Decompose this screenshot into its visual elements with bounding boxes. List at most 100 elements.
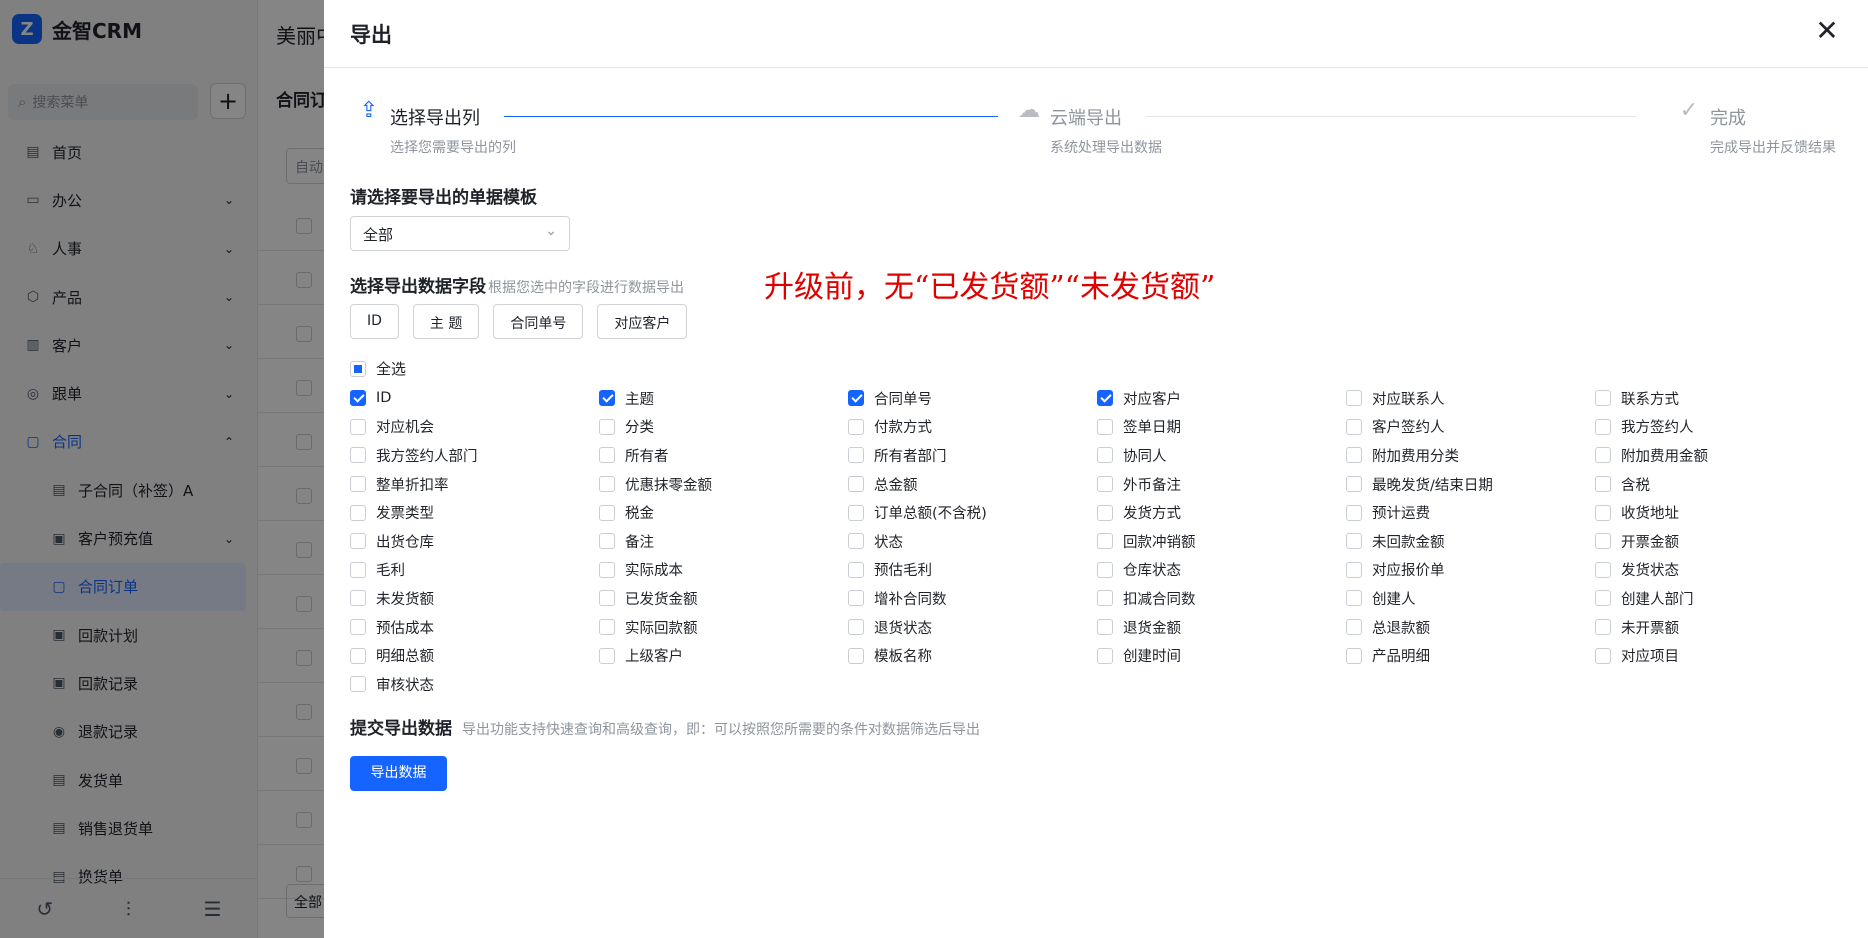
checkbox-unchecked[interactable] (1346, 418, 1362, 435)
checkbox-unchecked[interactable] (350, 590, 366, 607)
field-checkbox[interactable]: 毛利 (350, 556, 599, 585)
checkbox-unchecked[interactable] (1595, 533, 1611, 550)
field-checkbox[interactable]: 产品明细 (1346, 641, 1595, 670)
field-checkbox[interactable]: 回款冲销额 (1097, 527, 1346, 556)
field-checkbox[interactable]: 税金 (599, 498, 848, 527)
checkbox-unchecked[interactable] (1346, 590, 1362, 607)
field-checkbox[interactable]: 联系方式 (1595, 384, 1844, 413)
checkbox-unchecked[interactable] (1097, 619, 1113, 636)
field-checkbox[interactable]: 付款方式 (848, 413, 1097, 442)
selected-field-chip[interactable]: ID (350, 304, 399, 339)
checkbox-unchecked[interactable] (1346, 533, 1362, 550)
select-all-checkbox[interactable]: 全选 (350, 358, 406, 379)
checkbox-unchecked[interactable] (599, 476, 615, 493)
checkbox-unchecked[interactable] (1346, 447, 1362, 464)
export-data-button[interactable]: 导出数据 (350, 756, 447, 791)
selected-field-chip[interactable]: 合同单号 (493, 304, 584, 339)
field-checkbox[interactable]: 总退款额 (1346, 613, 1595, 642)
field-checkbox[interactable]: 对应项目 (1595, 641, 1844, 670)
checkbox-unchecked[interactable] (599, 418, 615, 435)
field-checkbox[interactable]: 开票金额 (1595, 527, 1844, 556)
field-checkbox[interactable]: 审核状态 (350, 670, 599, 699)
field-checkbox[interactable]: 发货状态 (1595, 556, 1844, 585)
field-checkbox[interactable]: 对应客户 (1097, 384, 1346, 413)
checkbox-unchecked[interactable] (848, 561, 864, 578)
checkbox-unchecked[interactable] (1595, 561, 1611, 578)
field-checkbox[interactable]: 附加费用金额 (1595, 441, 1844, 470)
checkbox-unchecked[interactable] (350, 476, 366, 493)
template-select[interactable]: 全部 ⌄ (350, 216, 570, 251)
field-checkbox[interactable]: 预估毛利 (848, 556, 1097, 585)
checkbox-unchecked[interactable] (1346, 561, 1362, 578)
field-checkbox[interactable]: 出货仓库 (350, 527, 599, 556)
field-checkbox[interactable]: 协同人 (1097, 441, 1346, 470)
field-checkbox[interactable]: 发票类型 (350, 498, 599, 527)
checkbox-unchecked[interactable] (599, 619, 615, 636)
checkbox-unchecked[interactable] (848, 476, 864, 493)
checkbox-unchecked[interactable] (1595, 619, 1611, 636)
field-checkbox[interactable]: 预计运费 (1346, 498, 1595, 527)
close-icon[interactable]: ✕ (1812, 16, 1842, 46)
checkbox-unchecked[interactable] (350, 647, 366, 664)
checkbox-unchecked[interactable] (599, 504, 615, 521)
field-checkbox[interactable]: 备注 (599, 527, 848, 556)
checkbox-unchecked[interactable] (848, 533, 864, 550)
checkbox-unchecked[interactable] (350, 447, 366, 464)
checkbox-checked[interactable] (1097, 390, 1113, 407)
checkbox-unchecked[interactable] (350, 418, 366, 435)
field-checkbox[interactable]: 退货金额 (1097, 613, 1346, 642)
checkbox-unchecked[interactable] (599, 647, 615, 664)
field-checkbox[interactable]: 未开票额 (1595, 613, 1844, 642)
checkbox-unchecked[interactable] (1346, 476, 1362, 493)
checkbox-unchecked[interactable] (599, 561, 615, 578)
checkbox-unchecked[interactable] (350, 504, 366, 521)
field-checkbox[interactable]: 增补合同数 (848, 584, 1097, 613)
checkbox-unchecked[interactable] (848, 590, 864, 607)
field-checkbox[interactable]: 所有者 (599, 441, 848, 470)
checkbox-unchecked[interactable] (599, 533, 615, 550)
field-checkbox[interactable]: 实际回款额 (599, 613, 848, 642)
field-checkbox[interactable]: 分类 (599, 413, 848, 442)
field-checkbox[interactable]: 最晚发货/结束日期 (1346, 470, 1595, 499)
field-checkbox[interactable]: 我方签约人 (1595, 413, 1844, 442)
selected-field-chip[interactable]: 对应客户 (597, 304, 688, 339)
checkbox-unchecked[interactable] (1097, 647, 1113, 664)
field-checkbox[interactable]: 合同单号 (848, 384, 1097, 413)
checkbox-checked[interactable] (599, 390, 615, 407)
field-checkbox[interactable]: 退货状态 (848, 613, 1097, 642)
checkbox-unchecked[interactable] (848, 504, 864, 521)
field-checkbox[interactable]: 附加费用分类 (1346, 441, 1595, 470)
checkbox-unchecked[interactable] (1595, 447, 1611, 464)
checkbox-unchecked[interactable] (1595, 647, 1611, 664)
field-checkbox[interactable]: 已发货金额 (599, 584, 848, 613)
field-checkbox[interactable]: 创建时间 (1097, 641, 1346, 670)
field-checkbox[interactable]: 主题 (599, 384, 848, 413)
field-checkbox[interactable]: 对应机会 (350, 413, 599, 442)
checkbox-unchecked[interactable] (350, 533, 366, 550)
field-checkbox[interactable]: 未发货额 (350, 584, 599, 613)
field-checkbox[interactable]: 客户签约人 (1346, 413, 1595, 442)
field-checkbox[interactable]: 对应联系人 (1346, 384, 1595, 413)
field-checkbox[interactable]: 所有者部门 (848, 441, 1097, 470)
checkbox-unchecked[interactable] (350, 619, 366, 636)
field-checkbox[interactable]: 我方签约人部门 (350, 441, 599, 470)
field-checkbox[interactable]: 创建人 (1346, 584, 1595, 613)
checkbox-unchecked[interactable] (1595, 504, 1611, 521)
field-checkbox[interactable]: 收货地址 (1595, 498, 1844, 527)
field-checkbox[interactable]: 含税 (1595, 470, 1844, 499)
field-checkbox[interactable]: 明细总额 (350, 641, 599, 670)
checkbox-unchecked[interactable] (1097, 504, 1113, 521)
checkbox-unchecked[interactable] (1097, 418, 1113, 435)
checkbox-unchecked[interactable] (1346, 390, 1362, 407)
checkbox-unchecked[interactable] (1097, 561, 1113, 578)
checkbox-unchecked[interactable] (350, 561, 366, 578)
checkbox-checked[interactable] (350, 390, 366, 407)
field-checkbox[interactable]: 创建人部门 (1595, 584, 1844, 613)
checkbox-unchecked[interactable] (1346, 619, 1362, 636)
checkbox-unchecked[interactable] (1097, 476, 1113, 493)
field-checkbox[interactable]: 发货方式 (1097, 498, 1346, 527)
field-checkbox[interactable]: 未回款金额 (1346, 527, 1595, 556)
checkbox-unchecked[interactable] (350, 676, 366, 693)
field-checkbox[interactable]: 总金额 (848, 470, 1097, 499)
field-checkbox[interactable]: 签单日期 (1097, 413, 1346, 442)
